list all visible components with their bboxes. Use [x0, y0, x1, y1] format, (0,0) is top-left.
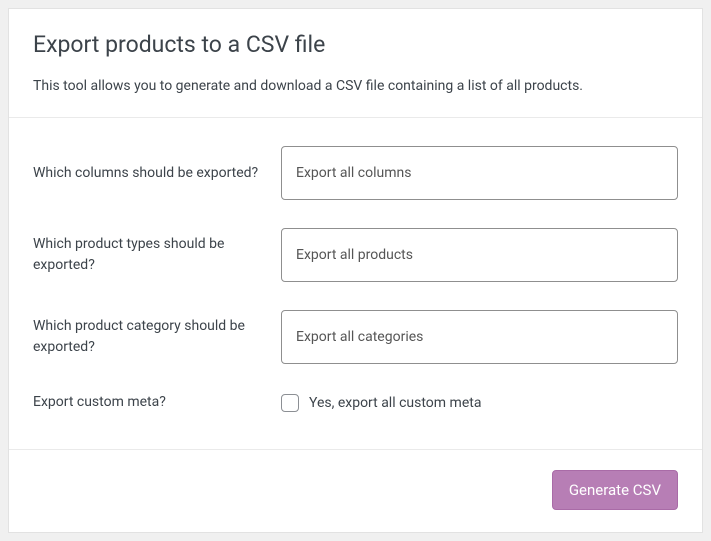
product-types-placeholder: Export all products: [296, 247, 413, 263]
page-description: This tool allows you to generate and dow…: [33, 76, 678, 97]
field-row-product-types: Which product types should be exported? …: [33, 214, 678, 296]
custom-meta-label: Export custom meta?: [33, 392, 281, 413]
custom-meta-control: Yes, export all custom meta: [281, 394, 678, 412]
columns-select[interactable]: Export all columns: [281, 146, 678, 200]
columns-control: Export all columns: [281, 146, 678, 200]
product-types-select[interactable]: Export all products: [281, 228, 678, 282]
custom-meta-checkbox[interactable]: [281, 394, 299, 412]
columns-placeholder: Export all columns: [296, 165, 411, 181]
field-row-custom-meta: Export custom meta? Yes, export all cust…: [33, 378, 678, 427]
product-types-control: Export all products: [281, 228, 678, 282]
product-types-label: Which product types should be exported?: [33, 234, 281, 276]
product-category-control: Export all categories: [281, 310, 678, 364]
custom-meta-checkbox-label[interactable]: Yes, export all custom meta: [309, 395, 481, 411]
footer-section: Generate CSV: [9, 449, 702, 532]
columns-label: Which columns should be exported?: [33, 163, 281, 184]
field-row-columns: Which columns should be exported? Export…: [33, 132, 678, 214]
custom-meta-checkbox-row: Yes, export all custom meta: [281, 394, 678, 412]
fields-section: Which columns should be exported? Export…: [9, 118, 702, 449]
product-category-label: Which product category should be exporte…: [33, 316, 281, 358]
product-category-select[interactable]: Export all categories: [281, 310, 678, 364]
export-panel: Export products to a CSV file This tool …: [8, 8, 703, 533]
header-section: Export products to a CSV file This tool …: [9, 9, 702, 118]
field-row-product-category: Which product category should be exporte…: [33, 296, 678, 378]
product-category-placeholder: Export all categories: [296, 329, 423, 345]
page-title: Export products to a CSV file: [33, 31, 678, 58]
generate-csv-button[interactable]: Generate CSV: [552, 470, 678, 510]
